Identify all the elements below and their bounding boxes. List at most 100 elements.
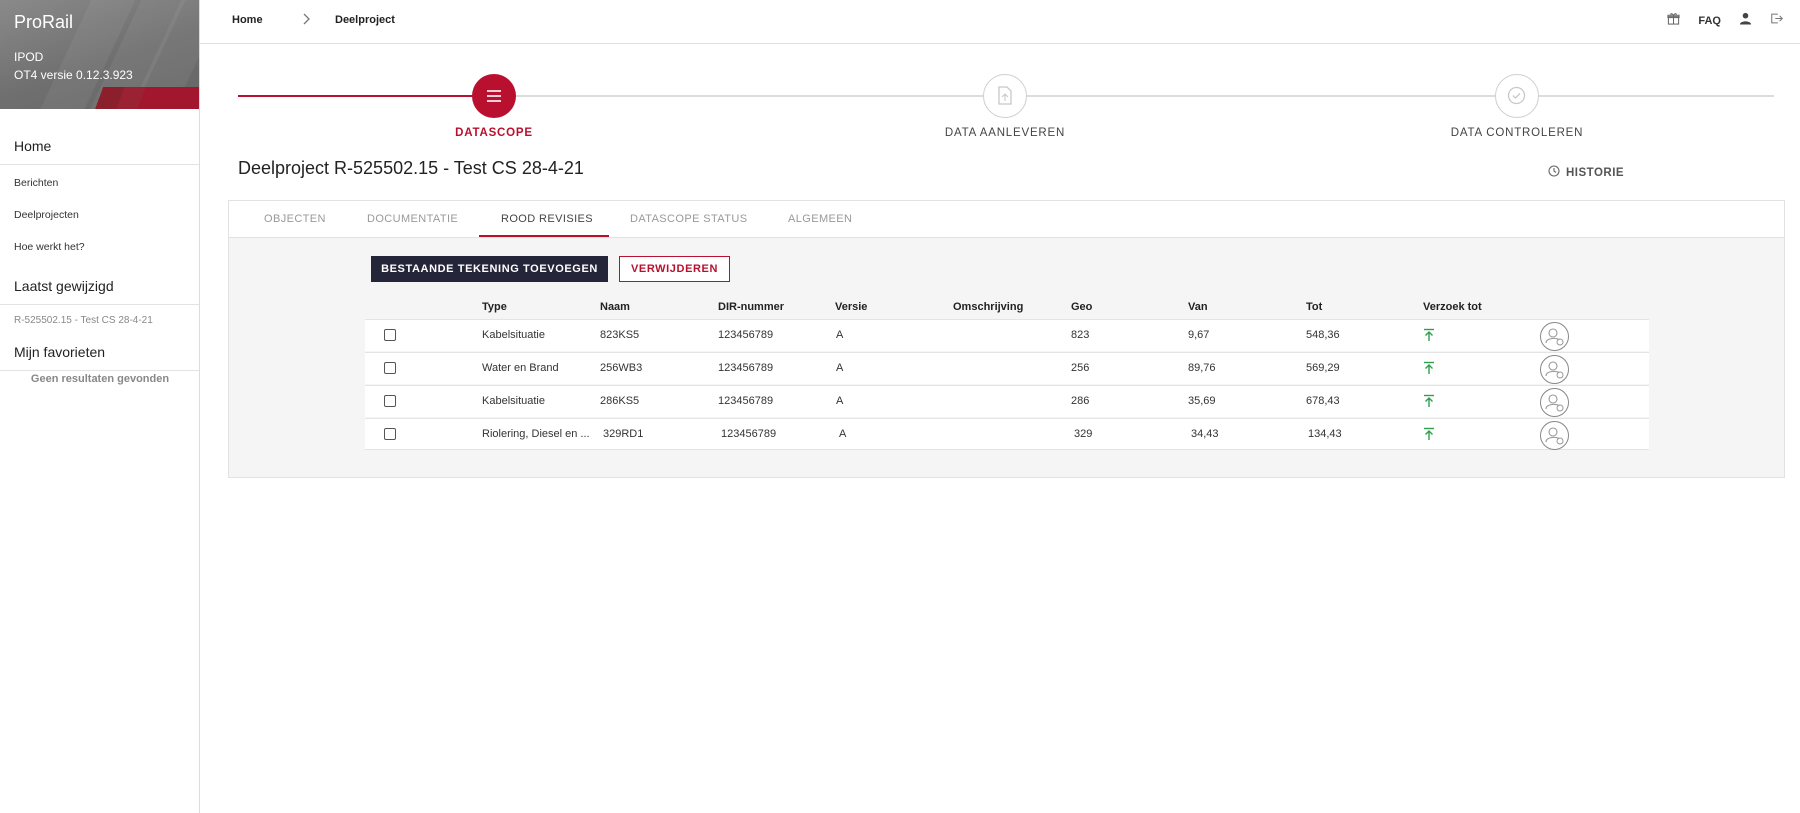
sidebar-item-home[interactable]: Home [14,138,51,154]
app-version: OT4 versie 0.12.3.923 [14,68,133,82]
document-icon [998,86,1012,105]
cell-naam: 286KS5 [600,395,640,407]
chevron-right-icon [302,12,312,29]
tab-bar: OBJECTEN DOCUMENTATIE ROOD REVISIES DATA… [229,201,1784,238]
brand-stripe-decoration [89,87,199,109]
tab-objecten[interactable]: OBJECTEN [264,213,326,225]
cell-versie: A [836,395,844,407]
user-icon[interactable] [1739,12,1752,30]
column-header-geo[interactable]: Geo [1071,301,1092,313]
column-header-naam[interactable]: Naam [600,301,630,313]
table-row[interactable]: Kabelsituatie 823KS5 123456789 A 823 9,6… [365,319,1649,351]
cell-type: Kabelsituatie [482,329,545,341]
active-tab-indicator [479,235,609,237]
cell-type: Kabelsituatie [482,395,545,407]
app-name: IPOD [14,50,44,64]
faq-link[interactable]: FAQ [1698,15,1721,27]
cell-tot: 678,43 [1306,395,1340,407]
cell-tot: 548,36 [1306,329,1340,341]
step-data-controleren[interactable] [1495,74,1539,118]
clock-icon [1548,165,1560,180]
table-row[interactable]: Kabelsituatie 286KS5 123456789 A 286 35,… [365,385,1649,417]
favorites-section-title: Mijn favorieten [14,344,106,360]
top-bar: Home Deelproject FAQ [200,0,1800,44]
cell-versie: A [836,329,844,341]
brand-header: ProRail IPOD OT4 versie 0.12.3.923 [0,0,199,109]
step-datascope[interactable] [472,74,516,118]
cell-tot: 569,29 [1306,362,1340,374]
column-header-tot[interactable]: Tot [1306,301,1322,313]
cell-dir-nummer: 123456789 [718,329,774,341]
gift-icon[interactable] [1667,12,1680,30]
table-row[interactable]: Riolering, Diesel en ... 329RD1 12345678… [365,418,1649,450]
table-row[interactable]: Water en Brand 256WB3 123456789 A 256 89… [365,352,1649,384]
column-header-versie[interactable]: Versie [835,301,867,313]
tab-algemeen[interactable]: ALGEMEEN [788,213,852,225]
sidebar-item-deelprojecten[interactable]: Deelprojecten [14,209,79,221]
cell-dir-nummer: 123456789 [718,362,774,374]
add-existing-drawing-button[interactable]: BESTAANDE TEKENING TOEVOEGEN [371,256,608,282]
historie-label: HISTORIE [1566,166,1625,179]
row-checkbox[interactable] [384,395,396,407]
check-circle-icon [1507,86,1526,105]
column-header-verzoek-tot[interactable]: Verzoek tot [1423,301,1482,313]
request-upload-icon[interactable] [1423,328,1435,347]
column-header-type[interactable]: Type [482,301,507,313]
tab-datascope-status[interactable]: DATASCOPE STATUS [630,213,747,225]
step-label-datascope[interactable]: DATASCOPE [374,127,614,139]
tab-documentatie[interactable]: DOCUMENTATIE [367,213,458,225]
prorail-logo[interactable]: ProRail [14,12,73,33]
list-icon [487,90,501,102]
breadcrumb-deelproject: Deelproject [335,14,395,26]
tab-rood-revisies[interactable]: ROOD REVISIES [501,213,593,225]
logout-icon[interactable] [1770,12,1784,30]
sidebar-item-berichten[interactable]: Berichten [14,177,58,189]
cell-dir-nummer: 123456789 [721,428,777,440]
favorites-empty-message: Geen resultaten gevonden [30,373,170,385]
assign-user-icon[interactable] [1540,388,1569,417]
step-data-aanleveren[interactable] [983,74,1027,118]
cell-van: 9,67 [1188,329,1210,341]
stepper-progress-line [238,95,494,97]
row-checkbox[interactable] [384,428,396,440]
cell-naam: 823KS5 [600,329,640,341]
cell-geo: 823 [1071,329,1090,341]
recent-section-title: Laatst gewijzigd [14,278,114,294]
step-label-data-aanleveren[interactable]: DATA AANLEVEREN [885,127,1125,139]
cell-van: 34,43 [1191,428,1219,440]
request-upload-icon[interactable] [1423,361,1435,380]
tab-panel: OBJECTEN DOCUMENTATIE ROOD REVISIES DATA… [228,200,1785,478]
assign-user-icon[interactable] [1540,355,1569,384]
cell-geo: 256 [1071,362,1090,374]
table-header: Type Naam DIR-nummer Versie Omschrijving… [365,299,1649,319]
column-header-omschrijving[interactable]: Omschrijving [953,301,1023,313]
cell-dir-nummer: 123456789 [718,395,774,407]
cell-naam: 256WB3 [600,362,643,374]
cell-van: 89,76 [1188,362,1216,374]
page-title: Deelproject R-525502.15 - Test CS 28-4-2… [238,158,584,178]
row-checkbox[interactable] [384,329,396,341]
cell-versie: A [836,362,844,374]
cell-naam: 329RD1 [603,428,644,440]
cell-van: 35,69 [1188,395,1216,407]
request-upload-icon[interactable] [1423,427,1435,446]
cell-tot: 134,43 [1308,428,1342,440]
cell-geo: 329 [1074,428,1093,440]
historie-button[interactable]: HISTORIE [1548,165,1624,180]
cell-type: Water en Brand [482,362,559,374]
column-header-van[interactable]: Van [1188,301,1208,313]
sidebar-item-hoe-werkt-het[interactable]: Hoe werkt het? [14,241,85,253]
row-checkbox[interactable] [384,362,396,374]
cell-geo: 286 [1071,395,1090,407]
sidebar: ProRail IPOD OT4 versie 0.12.3.923 Home … [0,0,200,813]
cell-versie: A [839,428,847,440]
step-label-data-controleren[interactable]: DATA CONTROLEREN [1397,127,1637,139]
recent-item[interactable]: R-525502.15 - Test CS 28-4-21 [14,315,153,326]
stepper-track-line [494,95,1774,97]
assign-user-icon[interactable] [1540,421,1569,450]
breadcrumb-home[interactable]: Home [232,14,263,26]
request-upload-icon[interactable] [1423,394,1435,413]
column-header-dir-nummer[interactable]: DIR-nummer [718,301,784,313]
delete-button[interactable]: VERWIJDEREN [619,256,730,282]
assign-user-icon[interactable] [1540,322,1569,351]
